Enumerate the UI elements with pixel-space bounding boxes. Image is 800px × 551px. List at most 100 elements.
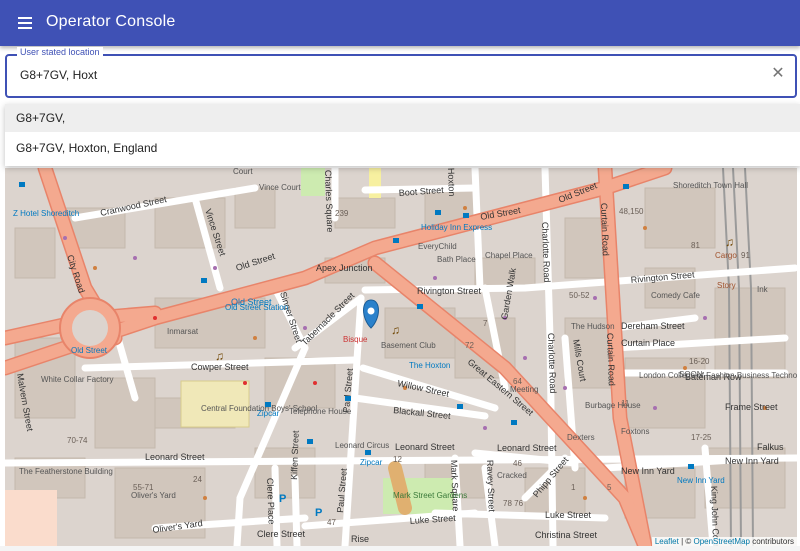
park	[369, 168, 381, 198]
place-label: Old Street Station	[225, 303, 288, 312]
place-label: Comedy Cafe	[651, 291, 700, 300]
street-label: Curtain Road	[599, 203, 611, 256]
street-label: Apex Junction	[316, 263, 373, 273]
house-number: 5	[607, 483, 612, 492]
house-number: 24	[193, 475, 202, 484]
street-label: Luke Street	[545, 510, 592, 520]
map-attribution: Leaflet | © OpenStreetMap contributors	[651, 537, 797, 546]
house-number: 1	[571, 483, 576, 492]
street-label: Rivington Street	[417, 286, 482, 296]
place-label: New Inn Yard	[677, 476, 725, 485]
street-label: Curtain Road	[605, 333, 617, 386]
map-canvas[interactable]: Old Street Old Street Old Street City Ro…	[5, 168, 797, 546]
street-label: Clere Street	[257, 529, 306, 539]
street-label: Charlotte Road	[546, 333, 558, 394]
place-label: Zipcar	[360, 458, 383, 467]
place-label: Ink	[757, 285, 769, 294]
street-label: Curtain Place	[621, 338, 675, 348]
osm-link[interactable]: OpenStreetMap	[693, 537, 749, 546]
house-number: 70-74	[67, 436, 88, 445]
street-label: Clere Place	[265, 478, 277, 525]
place-label: Zipcar	[257, 409, 280, 418]
menu-icon[interactable]	[18, 14, 38, 32]
place-label: Oliver's Yard	[131, 491, 176, 500]
place-label: Story	[717, 281, 736, 290]
street-label: Leonard Street	[145, 452, 205, 462]
street-label: Rise	[351, 534, 369, 544]
location-field[interactable]: User stated location ✕	[5, 47, 797, 98]
street-label: Hoxton	[446, 168, 457, 197]
house-number: 78 76	[503, 499, 524, 508]
place-label: EveryChild	[418, 242, 457, 251]
svg-text:P: P	[315, 507, 322, 519]
place-label: Cracked	[497, 471, 527, 480]
house-number: 55-71	[133, 483, 154, 492]
house-number: 7	[483, 319, 488, 328]
house-number: 72	[465, 341, 474, 350]
street-label: Dereham Street	[621, 321, 685, 331]
attribution-separator: | ©	[678, 537, 694, 546]
svg-text:P: P	[279, 493, 286, 505]
place-label: White Collar Factory	[41, 375, 113, 384]
app-bar: Operator Console	[0, 0, 800, 46]
map-view[interactable]: Old Street Old Street Old Street City Ro…	[5, 168, 797, 546]
place-label: The Hudson	[571, 322, 615, 331]
place-label: Leonard Circus	[335, 441, 389, 450]
building-area	[5, 490, 57, 546]
street-label: Christina Street	[535, 530, 598, 540]
place-label: Z Hotel Shoreditch	[13, 209, 79, 218]
house-number: 17-25	[691, 433, 712, 442]
street-label: Frame Street	[725, 402, 778, 412]
house-number: 91	[741, 251, 750, 260]
street-label: Falkus	[757, 442, 784, 452]
house-number: 50-52	[569, 291, 590, 300]
house-number: 48,150	[619, 207, 644, 216]
suggestion-item[interactable]: G8+7GV, Hoxton, England	[5, 134, 800, 162]
place-label: Foxtons	[621, 427, 649, 436]
place-label: SOON	[679, 370, 703, 379]
street-label: Charlotte Road	[540, 222, 552, 283]
street-label: Kiffen Street	[289, 430, 301, 480]
house-number: 239	[335, 209, 349, 218]
location-input[interactable]	[18, 67, 762, 83]
place-label: Dexters	[567, 433, 595, 442]
place-label: Old Street	[71, 346, 108, 355]
leaflet-link[interactable]: Leaflet	[655, 537, 679, 546]
place-label: London College of Fashion Business Techn…	[639, 371, 797, 380]
place-label: Burbage House	[585, 401, 641, 410]
house-number: 16-20	[689, 357, 710, 366]
street-label: Ravey Street	[485, 460, 497, 513]
place-label: Chapel Place	[485, 251, 533, 260]
svg-text:♫: ♫	[391, 323, 400, 337]
house-number: 81	[691, 241, 700, 250]
place-label: Mark Street Gardens	[393, 491, 467, 500]
place-label: Vince Court	[259, 183, 301, 192]
roundabout-center	[72, 310, 108, 346]
bottom-strip	[0, 546, 800, 551]
street-label: New Inn Yard	[725, 456, 779, 466]
house-number: 12	[393, 455, 402, 464]
place-label: Court	[233, 168, 253, 176]
park	[301, 168, 325, 196]
street-label: Leonard Street	[395, 442, 455, 452]
attribution-suffix: contributors	[749, 537, 794, 546]
house-number: 11	[621, 399, 630, 408]
svg-text:♫: ♫	[725, 235, 734, 249]
house-number: 46	[513, 459, 522, 468]
place-label: Shoreditch Town Hall	[673, 181, 748, 190]
place-label: The Hoxton	[409, 361, 450, 370]
place-label: The Featherstone Building	[19, 467, 113, 476]
house-number: 47	[327, 518, 336, 527]
street-label: Cowper Street	[191, 362, 249, 372]
place-label: Inmarsat	[167, 327, 199, 336]
place-label: Bath Place	[437, 255, 476, 264]
place-label: Meeting	[510, 385, 538, 394]
place-label: Holiday Inn Express	[421, 223, 492, 232]
close-icon[interactable]: ✕	[771, 66, 785, 82]
street-label: Mark Square	[449, 460, 461, 512]
suggestion-item[interactable]: G8+7GV,	[5, 104, 800, 132]
street-label: New Inn Yard	[621, 466, 675, 476]
location-field-label: User stated location	[17, 47, 103, 57]
suggestion-list: G8+7GV, G8+7GV, Hoxton, England	[5, 104, 800, 166]
app-title: Operator Console	[46, 13, 176, 30]
